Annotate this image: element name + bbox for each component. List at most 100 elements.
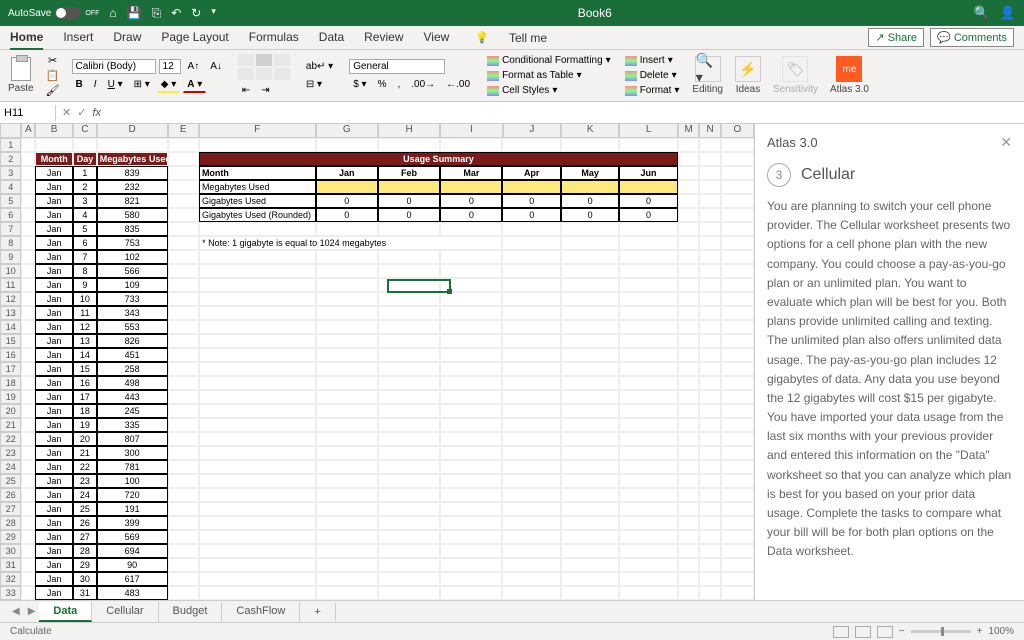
cell[interactable] xyxy=(199,138,316,152)
cell[interactable] xyxy=(561,306,619,320)
font-size-select[interactable]: 12 xyxy=(159,59,181,74)
cell[interactable]: Jan xyxy=(35,236,73,250)
cell[interactable] xyxy=(316,320,378,334)
cell[interactable] xyxy=(561,334,619,348)
cell[interactable] xyxy=(678,376,700,390)
col-header[interactable]: M xyxy=(678,124,699,138)
font-color-button[interactable]: A ▾ xyxy=(183,77,206,93)
cell[interactable] xyxy=(378,264,440,278)
cell[interactable] xyxy=(561,432,619,446)
comma-button[interactable]: , xyxy=(393,77,404,92)
cell[interactable] xyxy=(502,558,560,572)
tab-insert[interactable]: Insert xyxy=(63,26,93,50)
cell[interactable] xyxy=(378,180,440,194)
cell[interactable] xyxy=(502,222,560,236)
cell[interactable]: 0 xyxy=(619,194,677,208)
cell[interactable]: Usage Summary xyxy=(199,152,677,166)
cell[interactable] xyxy=(561,320,619,334)
cell[interactable] xyxy=(316,376,378,390)
cut-icon[interactable]: ✂ xyxy=(48,54,57,67)
cell[interactable] xyxy=(721,250,754,264)
cell[interactable]: 0 xyxy=(440,208,502,222)
editing-button[interactable]: 🔍▾Editing xyxy=(692,56,723,95)
cell[interactable] xyxy=(721,348,754,362)
cell[interactable]: Jan xyxy=(35,502,73,516)
cell[interactable] xyxy=(378,278,440,292)
view-break-icon[interactable] xyxy=(877,626,893,638)
cell[interactable] xyxy=(678,236,700,250)
fx-label[interactable]: fx xyxy=(92,107,101,119)
cell[interactable] xyxy=(316,264,378,278)
format-as-table-button[interactable]: Format as Table ▾ xyxy=(486,69,612,82)
cell[interactable] xyxy=(678,264,700,278)
cell[interactable] xyxy=(21,404,35,418)
col-header[interactable]: N xyxy=(699,124,720,138)
cell[interactable] xyxy=(502,572,560,586)
cell[interactable]: Jan xyxy=(35,376,73,390)
cell[interactable] xyxy=(721,222,754,236)
conditional-formatting-button[interactable]: Conditional Formatting ▾ xyxy=(486,54,612,67)
view-page-icon[interactable] xyxy=(855,626,871,638)
tab-data[interactable]: Data xyxy=(319,26,344,50)
cell[interactable] xyxy=(378,530,440,544)
cell[interactable]: Month xyxy=(35,152,73,166)
cell[interactable] xyxy=(561,250,619,264)
cell[interactable] xyxy=(619,222,677,236)
cell[interactable]: 22 xyxy=(73,460,96,474)
cell[interactable] xyxy=(678,278,700,292)
cell[interactable]: Feb xyxy=(378,166,440,180)
cell[interactable] xyxy=(378,460,440,474)
cell[interactable] xyxy=(619,376,677,390)
cell[interactable]: Jan xyxy=(35,362,73,376)
cell[interactable] xyxy=(721,334,754,348)
cell[interactable] xyxy=(502,278,560,292)
cell[interactable] xyxy=(440,544,502,558)
cell[interactable]: Day xyxy=(73,152,97,166)
increase-font-icon[interactable]: A↑ xyxy=(184,59,204,74)
cell[interactable] xyxy=(168,278,199,292)
cell[interactable] xyxy=(699,362,721,376)
italic-button[interactable]: I xyxy=(90,77,101,92)
cell[interactable] xyxy=(440,376,502,390)
cell[interactable] xyxy=(678,362,700,376)
cell[interactable] xyxy=(561,138,619,152)
cell[interactable] xyxy=(699,306,721,320)
cell[interactable] xyxy=(378,432,440,446)
cell[interactable] xyxy=(699,390,721,404)
cell[interactable] xyxy=(168,502,199,516)
cell[interactable] xyxy=(678,446,700,460)
cell[interactable]: Jan xyxy=(35,404,73,418)
zoom-out-icon[interactable]: − xyxy=(899,626,905,637)
cell[interactable] xyxy=(699,530,721,544)
cell[interactable] xyxy=(440,348,502,362)
cell[interactable] xyxy=(378,418,440,432)
cell[interactable] xyxy=(678,334,700,348)
cell[interactable] xyxy=(316,460,378,474)
cell[interactable] xyxy=(378,320,440,334)
cell[interactable] xyxy=(561,180,619,194)
cell[interactable] xyxy=(440,320,502,334)
cell[interactable]: 807 xyxy=(97,432,168,446)
cell[interactable]: 0 xyxy=(561,208,619,222)
cell[interactable] xyxy=(21,474,35,488)
cell[interactable] xyxy=(561,446,619,460)
paste-group[interactable]: Paste xyxy=(8,57,34,94)
cell[interactable] xyxy=(721,572,754,586)
cell[interactable] xyxy=(699,572,721,586)
cell[interactable] xyxy=(619,138,677,152)
cell[interactable] xyxy=(699,264,721,278)
cell[interactable] xyxy=(21,516,35,530)
cell[interactable]: 2 xyxy=(73,180,96,194)
cell[interactable] xyxy=(168,558,199,572)
cell[interactable] xyxy=(316,180,378,194)
cell[interactable] xyxy=(21,264,35,278)
cell[interactable]: Jan xyxy=(35,348,73,362)
cell[interactable] xyxy=(721,502,754,516)
tab-tellme[interactable]: Tell me xyxy=(509,27,547,49)
cell[interactable] xyxy=(502,292,560,306)
cell[interactable]: Jan xyxy=(316,166,378,180)
cell[interactable] xyxy=(502,320,560,334)
cell[interactable] xyxy=(440,362,502,376)
cell[interactable]: 9 xyxy=(73,278,96,292)
col-header[interactable]: O xyxy=(721,124,754,138)
